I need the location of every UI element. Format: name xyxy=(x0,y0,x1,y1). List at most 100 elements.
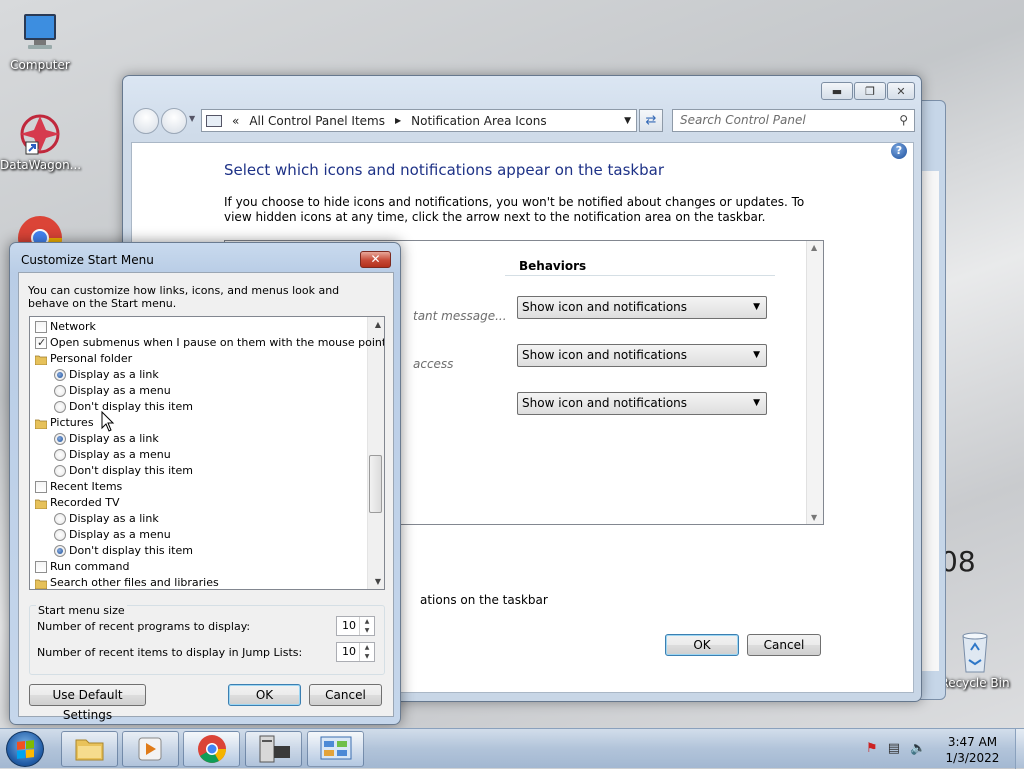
taskbar-system-info[interactable] xyxy=(245,731,302,767)
dialog-cancel-button[interactable]: Cancel xyxy=(309,684,382,706)
always-show-label[interactable]: ations on the taskbar xyxy=(420,593,548,607)
radio-button[interactable] xyxy=(54,449,66,461)
taskbar-control-panel[interactable] xyxy=(307,731,364,767)
group-label: Start menu size xyxy=(36,604,127,617)
start-menu-size-group: Start menu size Number of recent program… xyxy=(29,604,385,675)
behavior-dropdown[interactable]: Show icon and notifications ▼ xyxy=(517,344,767,367)
search-input[interactable]: Search Control Panel ⚲ xyxy=(672,109,915,132)
customize-start-menu-dialog[interactable]: Customize Start Menu ✕ You can customize… xyxy=(9,242,401,725)
option-label: Don't display this item xyxy=(69,544,193,557)
option-label: Recorded TV xyxy=(50,496,120,509)
option-label: Display as a menu xyxy=(69,528,171,541)
behavior-value: Show icon and notifications xyxy=(522,348,688,362)
system-clock[interactable]: 3:47 AM 1/3/2022 xyxy=(930,734,1015,766)
minimize-button[interactable]: ▬ xyxy=(821,82,853,100)
radio-button[interactable] xyxy=(54,369,66,381)
start-menu-options-list: ▲ ▼ Network Open submenus when I pause on… xyxy=(29,316,385,590)
page-description: If you choose to hide icons and notifica… xyxy=(224,195,805,224)
scrollbar-thumb[interactable] xyxy=(369,455,382,513)
search-icon: ⚲ xyxy=(899,113,908,127)
option-label: Personal folder xyxy=(50,352,133,365)
recent-items-stepper[interactable]: 10 ▲ ▼ xyxy=(336,642,375,662)
help-icon[interactable]: ? xyxy=(891,143,907,159)
use-default-settings-button[interactable]: Use Default Settings xyxy=(29,684,146,722)
scroll-up-icon[interactable]: ▲ xyxy=(811,243,817,252)
dialog-title: Customize Start Menu xyxy=(21,253,154,267)
windows-logo-icon xyxy=(17,740,34,759)
scroll-down-icon[interactable]: ▼ xyxy=(811,513,817,522)
option-label: Don't display this item xyxy=(69,464,193,477)
dialog-close-button[interactable]: ✕ xyxy=(360,251,391,268)
back-button[interactable] xyxy=(133,108,159,134)
action-center-flag-icon[interactable]: ⚑ xyxy=(866,741,878,756)
taskbar-media-player[interactable] xyxy=(122,731,179,767)
forward-button[interactable] xyxy=(161,108,187,134)
cancel-button[interactable]: Cancel xyxy=(747,634,821,656)
radio-button[interactable] xyxy=(54,529,66,541)
navigation-bar: ▼ « All Control Panel Items ▶ Notificati… xyxy=(131,106,915,134)
folder-icon xyxy=(34,354,48,366)
search-placeholder: Search Control Panel xyxy=(680,113,806,127)
list-scrollbar[interactable]: ▲ ▼ xyxy=(806,241,823,524)
options-scrollbar[interactable]: ▲ ▼ xyxy=(367,317,384,589)
behavior-dropdown[interactable]: Show icon and notifications ▼ xyxy=(517,296,767,319)
address-dropdown-icon[interactable]: ▼ xyxy=(624,116,631,126)
folder-icon xyxy=(34,418,48,430)
checkbox[interactable] xyxy=(35,561,47,573)
desktop-icon-recycle-bin[interactable]: Recycle Bin xyxy=(935,630,1015,690)
option-label: Network xyxy=(50,320,96,333)
chevron-down-icon: ▼ xyxy=(753,398,760,408)
folder-icon xyxy=(75,739,104,761)
desktop-icon-label: Recycle Bin xyxy=(940,676,1010,690)
folder-icon xyxy=(34,578,48,589)
breadcrumb-prefix: « xyxy=(232,113,240,128)
radio-button[interactable] xyxy=(54,513,66,525)
mouse-cursor-icon xyxy=(101,411,115,432)
recent-items-label: Number of recent items to display in Jum… xyxy=(37,646,303,659)
chrome-icon xyxy=(198,735,226,763)
radio-button[interactable] xyxy=(54,385,66,397)
breadcrumb-notification-icons[interactable]: Notification Area Icons xyxy=(411,114,546,128)
radio-button[interactable] xyxy=(54,465,66,477)
radio-button[interactable] xyxy=(54,545,66,557)
volume-icon[interactable]: 🔈 xyxy=(910,741,926,756)
maximize-button[interactable]: ❐ xyxy=(854,82,886,100)
desktop-icon-datawagon[interactable]: DataWagon... xyxy=(0,112,81,172)
taskbar-chrome[interactable] xyxy=(183,731,240,767)
dialog-ok-button[interactable]: OK xyxy=(228,684,301,706)
option-label: Display as a menu xyxy=(69,384,171,397)
desktop-icon-computer[interactable]: Computer xyxy=(0,12,80,72)
close-button[interactable]: ✕ xyxy=(887,82,915,100)
dialog-body: You can customize how links, icons, and … xyxy=(18,272,394,722)
checkbox[interactable] xyxy=(35,321,47,333)
stepper-arrows-icon[interactable]: ▲ ▼ xyxy=(359,643,374,661)
recent-programs-stepper[interactable]: 10 ▲ ▼ xyxy=(336,616,375,636)
list-row-text: access xyxy=(413,357,454,371)
stepper-arrows-icon[interactable]: ▲ ▼ xyxy=(359,617,374,635)
chrome-desktop-icon[interactable] xyxy=(16,214,64,244)
scroll-down-icon[interactable]: ▼ xyxy=(375,577,381,586)
checkbox[interactable] xyxy=(35,481,47,493)
option-label: Display as a link xyxy=(69,432,159,445)
radio-button[interactable] xyxy=(54,401,66,413)
option-label: Open submenus when I pause on them with … xyxy=(50,336,385,349)
media-player-icon xyxy=(138,737,162,761)
clock-time: 3:47 AM xyxy=(947,735,998,749)
radio-button[interactable] xyxy=(54,433,66,445)
start-button[interactable] xyxy=(6,731,44,767)
taskbar-file-explorer[interactable] xyxy=(61,731,118,767)
checkbox[interactable] xyxy=(35,335,47,351)
behavior-dropdown[interactable]: Show icon and notifications ▼ xyxy=(517,392,767,415)
ok-button[interactable]: OK xyxy=(665,634,739,656)
network-icon[interactable]: ▤ xyxy=(888,741,900,756)
address-bar[interactable]: « All Control Panel Items ▶ Notification… xyxy=(201,109,637,132)
recent-pages-icon[interactable]: ▼ xyxy=(189,114,195,123)
option-label: Recent Items xyxy=(50,480,123,493)
refresh-button[interactable]: ⇄ xyxy=(639,109,663,132)
scroll-up-icon[interactable]: ▲ xyxy=(375,320,381,329)
datawagon-icon xyxy=(16,112,64,156)
clock-date: 1/3/2022 xyxy=(945,751,1000,765)
breadcrumb-all-items[interactable]: All Control Panel Items xyxy=(249,114,385,128)
option-label: Display as a link xyxy=(69,368,159,381)
show-desktop-button[interactable] xyxy=(1015,729,1024,769)
